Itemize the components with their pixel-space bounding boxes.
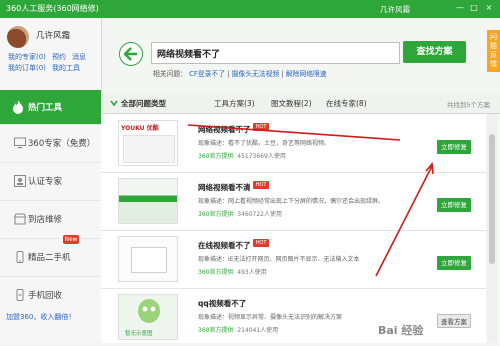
watermark: Bai 经验 bbox=[378, 324, 424, 337]
annotation-arrow bbox=[375, 165, 433, 277]
annotation-overlay bbox=[187, 124, 434, 277]
annotation-underline bbox=[187, 124, 401, 141]
